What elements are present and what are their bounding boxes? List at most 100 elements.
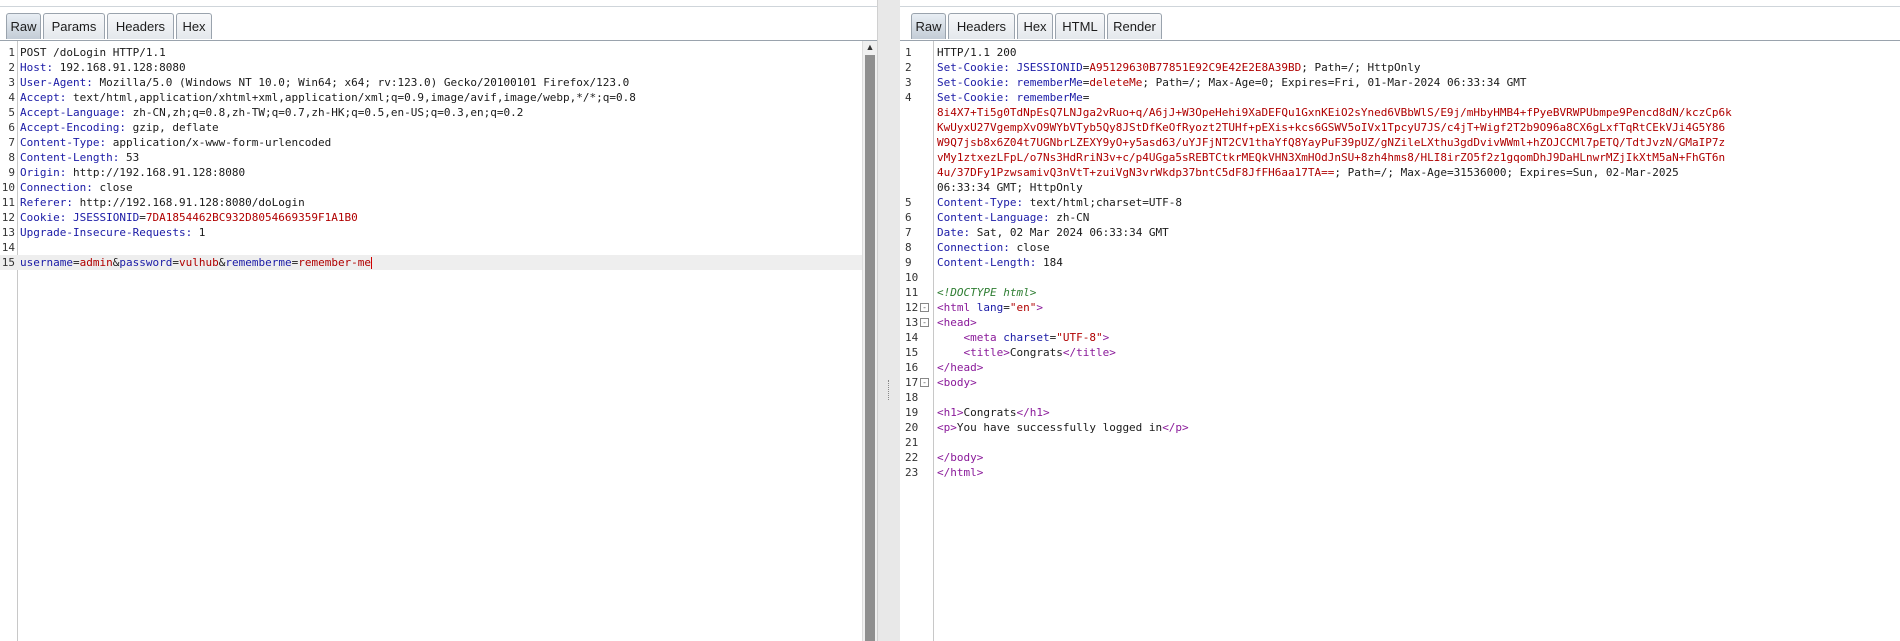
code-token: "UTF-8" [1056, 331, 1103, 344]
code-text: <!DOCTYPE html> [937, 285, 1898, 300]
request-tab-params[interactable]: Params [43, 13, 105, 39]
code-token: 1 [192, 226, 206, 239]
code-text: 4u/37DFy1PzwsamivQ3nVtT+zuiVgN3vrWkdp37b… [937, 165, 1898, 180]
code-text: Cookie: JSESSIONID=7DA1854462BC932D80546… [20, 210, 849, 225]
response-editor[interactable]: 1 HTTP/1.1 200 2 Set-Cookie: JSESSIONID=A95… [900, 41, 1900, 641]
code-token: admin [79, 256, 113, 269]
code-token: Cookie: [20, 211, 67, 224]
code-token: > [1102, 331, 1110, 344]
response-line: 8 Connection: close [900, 240, 1900, 255]
line-number: 19 [905, 406, 919, 419]
response-tab-hex[interactable]: Hex [1017, 13, 1053, 39]
line-number: 14 [1, 241, 15, 254]
code-text: Origin: http://192.168.91.128:8080 [20, 165, 849, 180]
code-text: Upgrade-Insecure-Requests: 1 [20, 225, 849, 240]
code-token: 192.168.91.128:8080 [53, 61, 186, 74]
code-token: text/html,application/xhtml+xml,applicat… [66, 91, 636, 104]
response-tab-raw[interactable]: Raw [911, 13, 946, 39]
response-pane: Raw Headers Hex HTML Render 1 HTTP/1.1 20… [900, 0, 1900, 641]
code-token: zh-CN [1049, 211, 1090, 224]
text-caret [371, 257, 373, 269]
splitter-grip-icon [888, 380, 891, 400]
response-line: 11 <!DOCTYPE html> [900, 285, 1900, 300]
request-line: 8 Content-Length: 53 [0, 150, 863, 165]
code-text: Set-Cookie: JSESSIONID=A95129630B77851E9… [937, 60, 1898, 75]
pane-splitter[interactable] [877, 0, 902, 641]
code-token: Set-Cookie: [937, 61, 1010, 74]
code-text: username=admin&password=vulhub&rememberm… [20, 255, 849, 270]
scroll-up-arrow-icon[interactable]: ▲ [863, 41, 877, 53]
response-tab-html[interactable]: HTML [1055, 13, 1105, 39]
code-text: KwUyxU27VgempXvO9WYbVTyb5Qy8JStDfKeOfRyo… [937, 120, 1898, 135]
code-token: </title> [1062, 346, 1116, 359]
response-line: 5 Content-Type: text/html;charset=UTF-8 [900, 195, 1900, 210]
code-token: JSESSIONID [72, 211, 140, 224]
response-line: 06:33:34 GMT; HttpOnly [900, 180, 1900, 195]
request-line: 6 Accept-Encoding: gzip, deflate [0, 120, 863, 135]
response-line: 20 <p>You have successfully logged in</p> [900, 420, 1900, 435]
response-line: 2 Set-Cookie: JSESSIONID=A95129630B77851E… [900, 60, 1900, 75]
code-text: 8i4X7+Ti5g0TdNpEsQ7LNJga2vRuo+q/A6jJ+W3O… [937, 105, 1898, 120]
request-tab-headers[interactable]: Headers [107, 13, 174, 39]
response-line: 17- <body> [900, 375, 1900, 390]
response-line: 14 <meta charset="UTF-8"> [900, 330, 1900, 345]
fold-toggle-icon[interactable]: - [920, 318, 929, 327]
request-tab-raw[interactable]: Raw [6, 13, 41, 39]
response-line: 13- <head> [900, 315, 1900, 330]
code-text: </head> [937, 360, 1898, 375]
response-tab-render[interactable]: Render [1107, 13, 1162, 39]
code-token: Content-Type: [20, 136, 107, 149]
response-line: W9Q7jsb8x6Z04t7UGNbrLZEXY9yO+y5asd63/uYJ… [900, 135, 1900, 150]
code-text: Content-Type: application/x-www-form-url… [20, 135, 849, 150]
code-token: Accept: [20, 91, 67, 104]
line-number: 9 [905, 256, 912, 269]
code-text: <meta charset="UTF-8"> [937, 330, 1898, 345]
request-tab-hex[interactable]: Hex [176, 13, 212, 39]
code-text: Referer: http://192.168.91.128:8080/doLo… [20, 195, 849, 210]
code-text: <html lang="en"> [937, 300, 1898, 315]
code-token: 8i4X7+Ti5g0TdNpEsQ7LNJga2vRuo+q/A6jJ+W3O… [937, 106, 1732, 119]
code-token: ; Path=/; Max-Age=0; Expires=Fri, 01-Mar… [1142, 76, 1527, 89]
request-scrollbar[interactable]: ▲ [862, 41, 877, 641]
fold-toggle-icon[interactable]: - [920, 303, 929, 312]
response-line: 10 [900, 270, 1900, 285]
fold-toggle-icon[interactable]: - [920, 378, 929, 387]
code-token: close [92, 181, 133, 194]
code-token: Content-Type: [937, 196, 1024, 209]
code-token: remember-me [298, 256, 372, 269]
request-scrollbar-thumb[interactable] [865, 55, 875, 641]
code-text: POST /doLogin HTTP/1.1 [20, 45, 849, 60]
code-text: User-Agent: Mozilla/5.0 (Windows NT 10.0… [20, 75, 849, 90]
code-token: > [1036, 301, 1043, 314]
request-editor[interactable]: 1 POST /doLogin HTTP/1.1 2 Host: 192.168.91… [0, 41, 863, 641]
code-token: Mozilla/5.0 (Windows NT 10.0; Win64; x64… [92, 76, 630, 89]
line-number: 10 [1, 181, 15, 194]
response-tab-headers[interactable]: Headers [948, 13, 1015, 39]
response-line: KwUyxU27VgempXvO9WYbVTyb5Qy8JStDfKeOfRyo… [900, 120, 1900, 135]
code-text: Accept-Encoding: gzip, deflate [20, 120, 849, 135]
code-token: ; Path=/; HttpOnly [1301, 61, 1421, 74]
code-text: vMy1ztxezLFpL/o7Ns3HdRriN3v+c/p4UGga5sRE… [937, 150, 1898, 165]
line-number: 1 [8, 46, 15, 59]
response-line: 12- <html lang="en"> [900, 300, 1900, 315]
code-token: Content-Length: [937, 256, 1037, 269]
code-token: A95129630B77851E92C9E42E2E8A39BD [1089, 61, 1302, 74]
response-line: 15 <title>Congrats</title> [900, 345, 1900, 360]
code-token: Origin: [20, 166, 67, 179]
code-token: JSESSIONID [1016, 61, 1083, 74]
code-token: <head> [937, 316, 977, 329]
line-number: 2 [8, 61, 15, 74]
code-token: <!DOCTYPE html> [937, 286, 1037, 299]
code-token: username [20, 256, 73, 269]
code-token: Connection: [937, 241, 1010, 254]
request-line: 9 Origin: http://192.168.91.128:8080 [0, 165, 863, 180]
code-token: charset [996, 331, 1050, 344]
code-token: KwUyxU27VgempXvO9WYbVTyb5Qy8JStDfKeOfRyo… [937, 121, 1726, 134]
response-line: 4 Set-Cookie: rememberMe= [900, 90, 1900, 105]
request-line: 11 Referer: http://192.168.91.128:8080/do… [0, 195, 863, 210]
code-token: 53 [119, 151, 140, 164]
code-token: 4u/37DFy1PzwsamivQ3nVtT+zuiVgN3vrWkdp37b… [937, 166, 1335, 179]
code-token: W9Q7jsb8x6Z04t7UGNbrLZEXY9yO+y5asd63/uYJ… [937, 136, 1726, 149]
code-token: rememberme [225, 256, 292, 269]
